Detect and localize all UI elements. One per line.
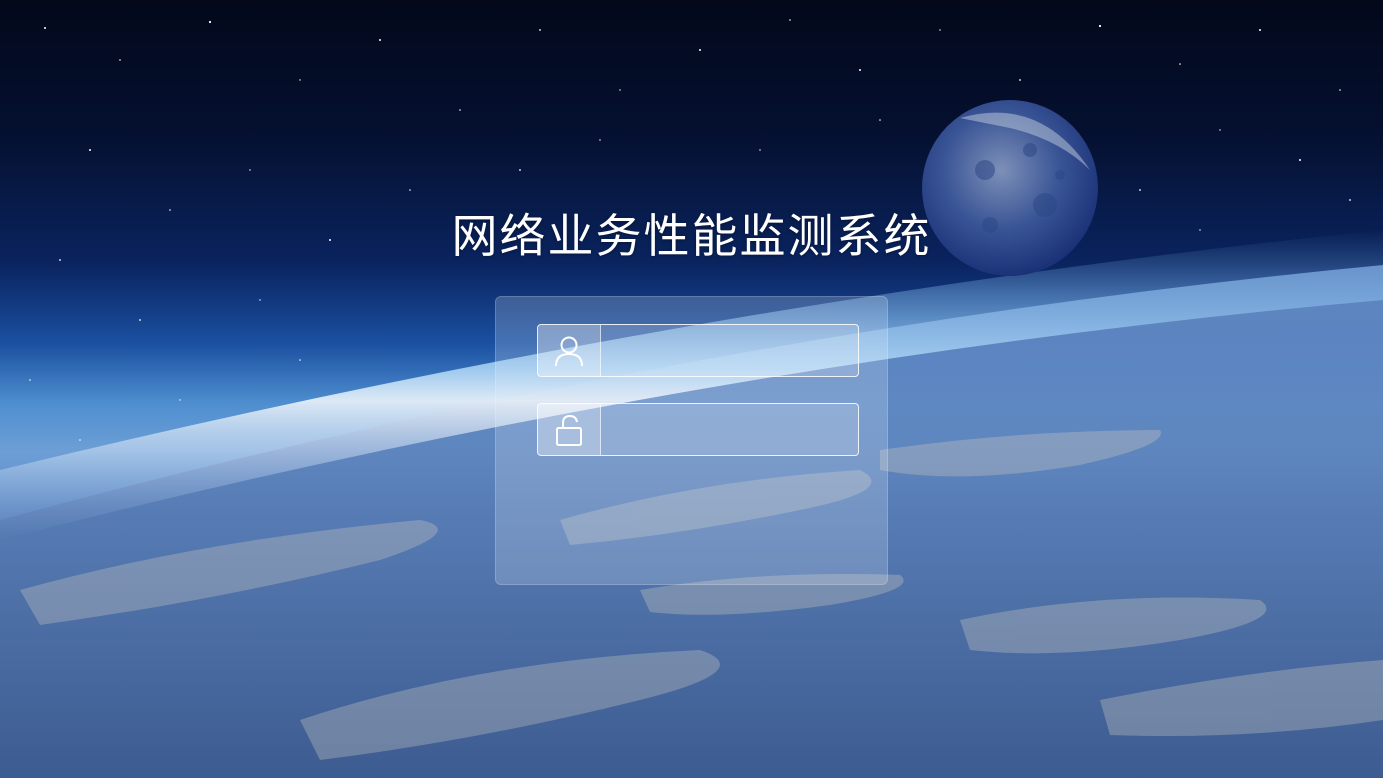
- login-panel: [495, 296, 888, 585]
- password-field: [537, 403, 859, 456]
- lock-icon: [538, 404, 601, 455]
- username-input[interactable]: [601, 325, 858, 376]
- username-field: [537, 324, 859, 377]
- page-title: 网络业务性能监测系统: [451, 209, 932, 263]
- user-icon: [538, 325, 601, 376]
- password-input[interactable]: [601, 404, 858, 455]
